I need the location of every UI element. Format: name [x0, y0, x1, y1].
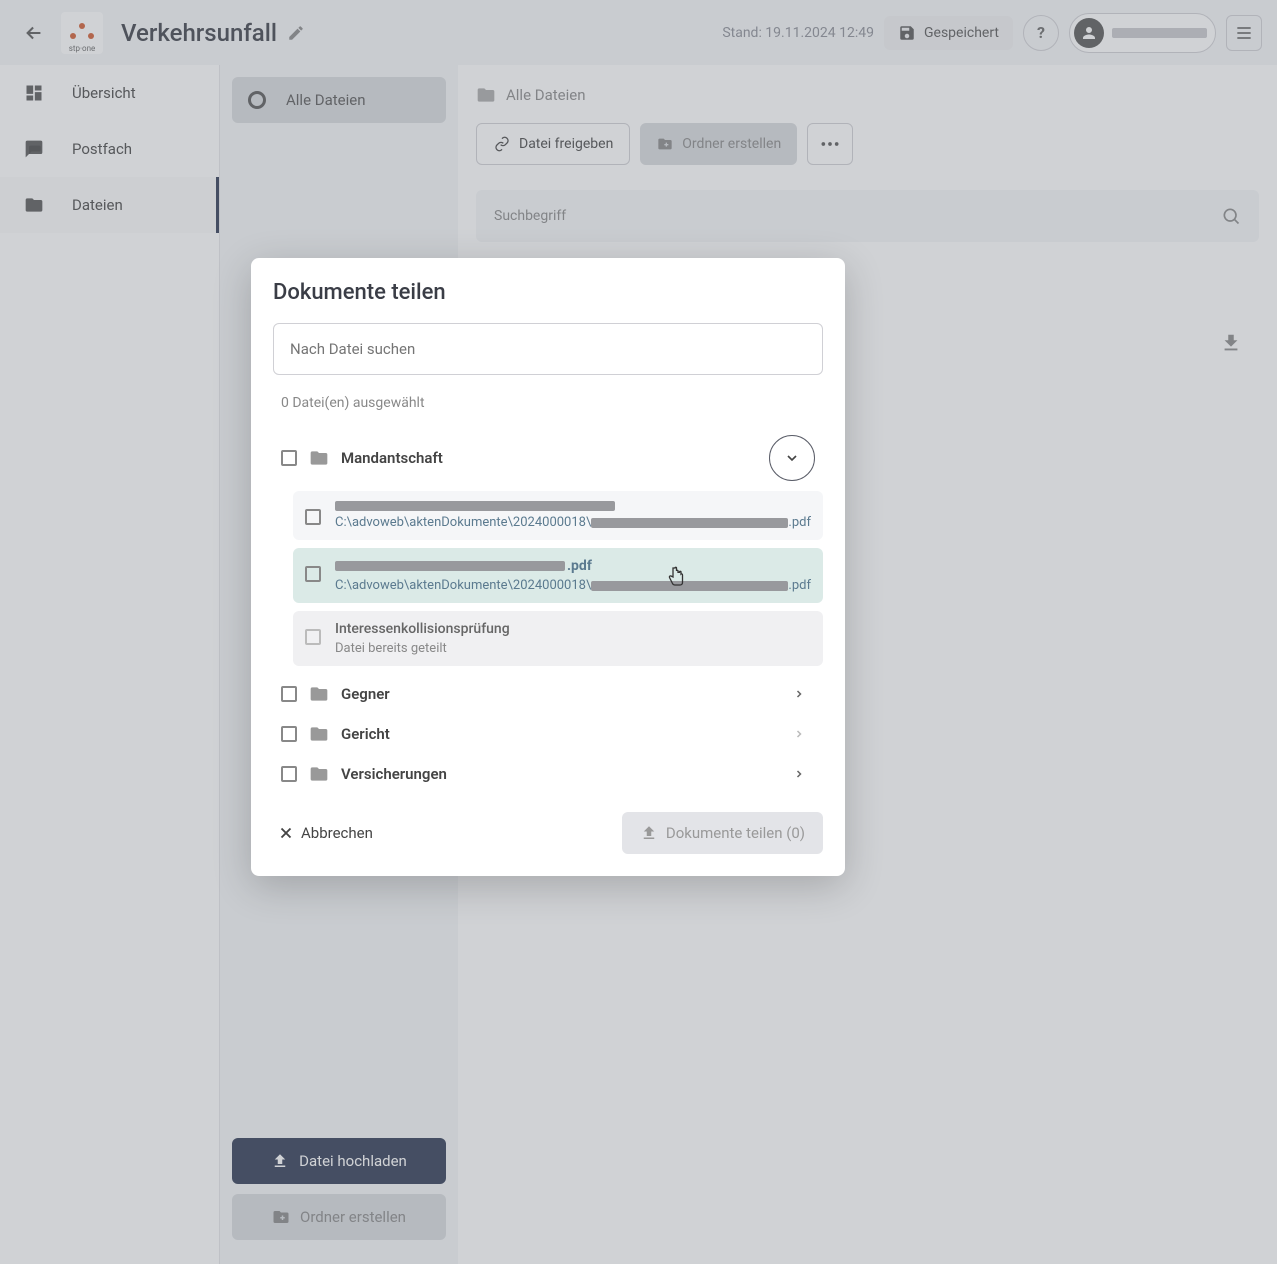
file-row[interactable]: .pdf C:\advoweb\aktenDokumente\202400001…	[293, 548, 823, 603]
file-row-disabled: Interessenkollisionsprüfung Datei bereit…	[293, 611, 823, 666]
folder-row-gericht[interactable]: Gericht	[273, 714, 823, 754]
checkbox[interactable]	[305, 509, 321, 525]
modal-title: Dokumente teilen	[273, 280, 823, 305]
file-row[interactable]: C:\advoweb\aktenDokumente\2024000018\.pd…	[293, 491, 823, 540]
checkbox[interactable]	[281, 766, 297, 782]
share-documents-modal: Dokumente teilen 0 Datei(en) ausgewählt …	[251, 258, 845, 876]
chevron-right-icon[interactable]	[783, 728, 815, 740]
folder-icon	[309, 448, 329, 468]
folder-row-gegner[interactable]: Gegner	[273, 674, 823, 714]
folder-icon	[309, 684, 329, 704]
folder-icon	[309, 764, 329, 784]
folder-row-versicherungen[interactable]: Versicherungen	[273, 754, 823, 794]
modal-search-input[interactable]	[273, 323, 823, 375]
chevron-right-icon[interactable]	[783, 688, 815, 700]
selection-count: 0 Datei(en) ausgewählt	[281, 395, 823, 411]
chevron-down-icon[interactable]	[769, 435, 815, 481]
cancel-button[interactable]: Abbrechen	[273, 820, 377, 846]
checkbox[interactable]	[281, 726, 297, 742]
folder-row-mandantschaft[interactable]: Mandantschaft	[273, 425, 823, 491]
share-documents-button: Dokumente teilen (0)	[622, 812, 823, 854]
checkbox[interactable]	[281, 450, 297, 466]
checkbox	[305, 629, 321, 645]
checkbox[interactable]	[281, 686, 297, 702]
chevron-right-icon[interactable]	[783, 768, 815, 780]
folder-icon	[309, 724, 329, 744]
checkbox[interactable]	[305, 566, 321, 582]
